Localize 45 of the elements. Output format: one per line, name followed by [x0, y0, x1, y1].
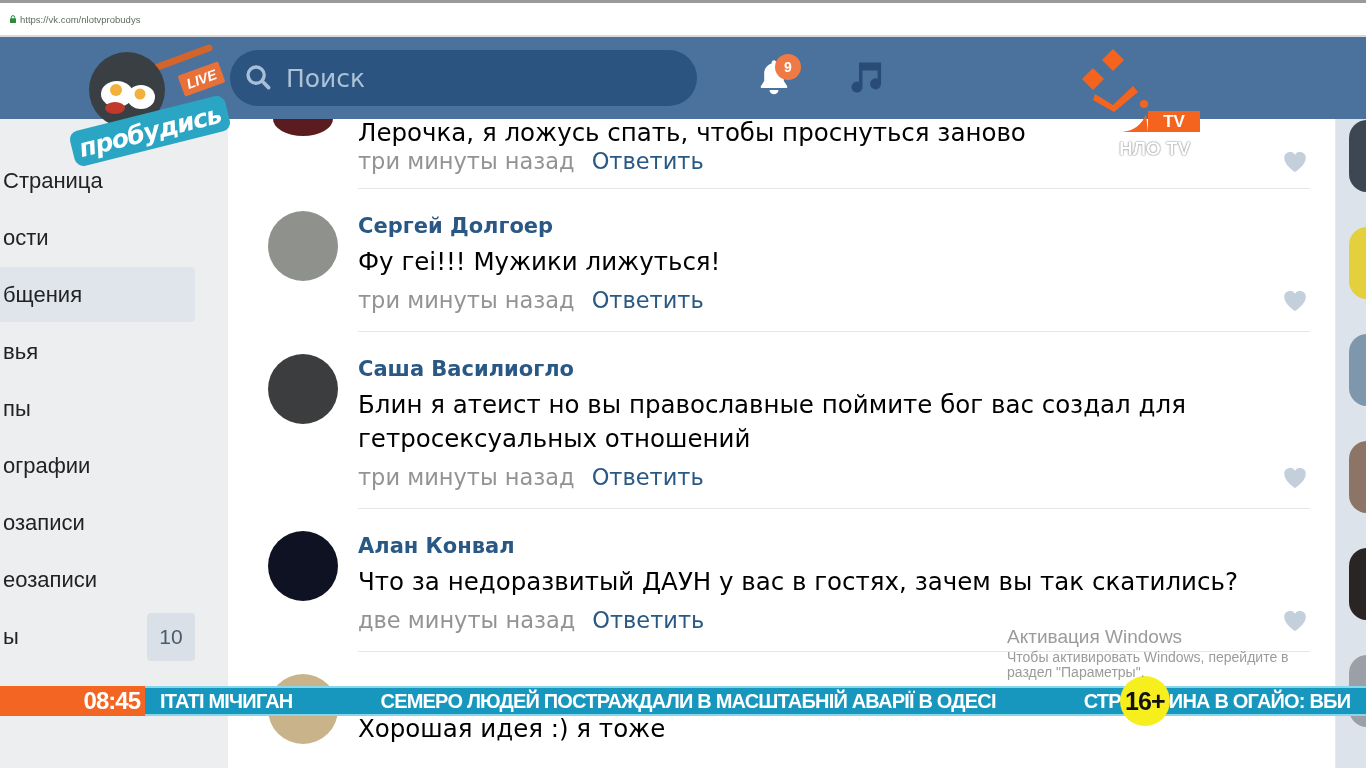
ticker-headline: СТР: [1083, 689, 1121, 713]
ticker-headline: СЕМЕРО ЛЮДЕЙ ПОСТРАЖДАЛИ В МАСШТАБНІЙ АВАРІЇ В ОДЕСІ: [380, 689, 996, 713]
comment-time: две минуты назад: [358, 607, 576, 633]
comment-time: три минуты назад: [358, 464, 575, 490]
author-link[interactable]: Саша Василиогло: [358, 354, 574, 384]
comment-text: Хорошая идея :) я тоже: [358, 713, 666, 745]
author-link[interactable]: Сергей Долгоер: [358, 211, 554, 241]
address-bar[interactable]: https://vk.com/nlotvprobudys: [7, 11, 144, 27]
reply-link[interactable]: Ответить: [591, 287, 704, 313]
heart-icon[interactable]: [1283, 609, 1307, 631]
count-badge: 10: [147, 612, 195, 661]
comment-text: Лерочка, я ложусь спать, чтобы проснуться заново: [358, 120, 1026, 146]
logo-icon: [1082, 48, 1148, 134]
reply-link[interactable]: Ответить: [591, 464, 704, 490]
search-icon: [246, 65, 271, 90]
comment-text: Что за недоразвитый ДАУН у вас в гостях, зачем вы так скатились?: [358, 566, 1238, 598]
sidebar-item[interactable]: бщения: [0, 267, 195, 322]
lock-icon: [10, 15, 16, 23]
ticker-headline: ИНА В ОГАЙО: ВБИ: [1168, 689, 1351, 713]
notification-badge: 9: [775, 54, 801, 80]
sidebar-item[interactable]: озаписи: [0, 495, 195, 550]
avatar-placeholder[interactable]: [273, 119, 333, 136]
sidebar-item[interactable]: ы 10: [0, 609, 195, 664]
avatar-placeholder[interactable]: [1349, 548, 1366, 620]
channel-name: НЛО TV: [1119, 138, 1191, 160]
heart-icon[interactable]: [1283, 289, 1307, 311]
comment-text: Фу геі!!! Мужики лижуться!: [358, 246, 721, 278]
reply-link[interactable]: Ответить: [591, 148, 704, 174]
search-field[interactable]: Поиск: [230, 50, 697, 106]
author-link[interactable]: Алан Конвал: [358, 531, 515, 561]
comment-time: три минуты назад: [358, 287, 575, 313]
sidebar-item[interactable]: вья: [0, 324, 195, 379]
heart-icon[interactable]: [1283, 150, 1307, 172]
sidebar-item[interactable]: ографии: [0, 438, 195, 493]
comment-time: три минуты назад: [358, 148, 575, 174]
sidebar-item[interactable]: ости: [0, 210, 195, 265]
ticker-headline: ІТАТІ МІЧИГАН: [160, 689, 293, 713]
avatar-placeholder[interactable]: [1349, 120, 1366, 192]
reply-link[interactable]: Ответить: [592, 607, 705, 633]
activation-title: Активация Windows: [1007, 626, 1183, 648]
comment-text: Блин я атеист но вы православные поймите бог вас создал для гетросексуальных отношений: [358, 389, 1187, 455]
sidebar-item[interactable]: еозаписи: [0, 552, 195, 607]
sidebar-item[interactable]: пы: [0, 381, 195, 436]
heart-icon[interactable]: [1283, 466, 1307, 488]
ticker-time: 08:45: [0, 686, 145, 716]
